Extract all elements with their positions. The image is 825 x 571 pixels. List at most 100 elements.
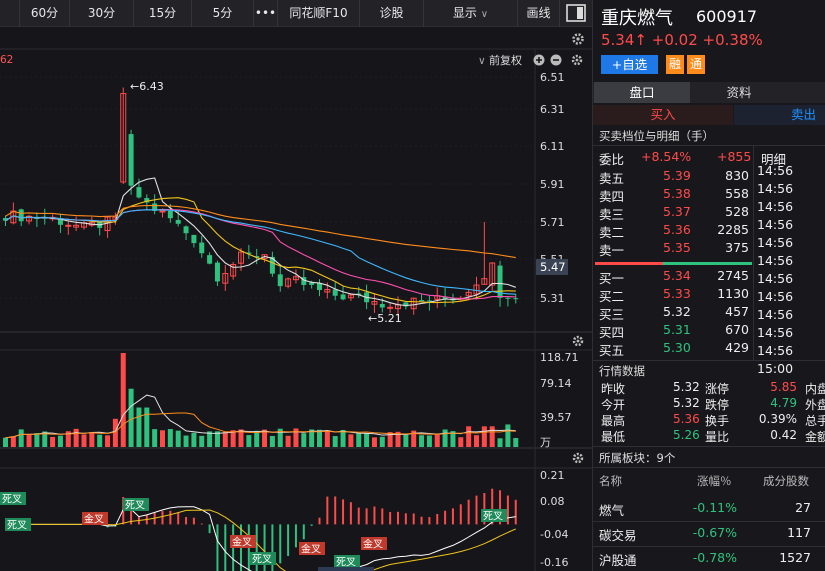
ask-volume: 528 [725, 204, 749, 219]
quote-panel: 重庆燃气 600917 5.34↑ +0.02 +0.38% +自选 融 通 盘… [592, 0, 825, 571]
ask-price: 5.35 [663, 240, 691, 255]
death-cross-label: 死叉 [483, 511, 503, 523]
tab-profile[interactable]: 资料 [691, 82, 787, 103]
volume-bar [50, 436, 56, 447]
volume-bar [112, 418, 118, 447]
price-change-pct: +0.38% [702, 31, 763, 49]
chevron-down-icon: ∨ [480, 9, 489, 20]
quote-value: 5.36 [673, 412, 700, 426]
detail-time: 14:56 [757, 199, 794, 214]
panel-toggle-icon [566, 4, 586, 22]
sector-name[interactable]: 燃气 [599, 500, 624, 519]
price-tick: 6.31 [540, 103, 565, 116]
volume-bar [57, 435, 63, 447]
period-30m-button[interactable]: 30分 [70, 0, 134, 27]
sector-name[interactable]: 碳交易 [599, 525, 637, 544]
quote-label: 跌停 [705, 398, 730, 412]
period-60m-button[interactable]: 60分 [20, 0, 70, 27]
ratio-diff: +855 [717, 149, 752, 164]
price-tick: 5.71 [540, 216, 565, 229]
sector-name[interactable]: 沪股通 [599, 550, 637, 569]
volume-bar [128, 388, 134, 447]
rights-chevron-icon[interactable]: ∨ [478, 55, 486, 67]
ask-label: 卖二 [599, 225, 625, 240]
ask-volume: 375 [725, 240, 749, 255]
price-tick: 5.91 [540, 178, 565, 191]
volume-bar [97, 434, 103, 447]
display-dropdown[interactable]: 显示 ∨ [424, 0, 518, 27]
gear-icon[interactable] [572, 335, 584, 347]
volume-bar [348, 434, 354, 447]
f10-button[interactable]: 同花顺F10 [278, 0, 360, 27]
connect-badge[interactable]: 通 [687, 55, 705, 74]
price-line: 5.34↑ +0.02 +0.38% [601, 31, 763, 49]
bid-price: 5.31 [663, 322, 691, 337]
volume-bar [105, 435, 111, 447]
candle [207, 255, 213, 264]
quote-label: 昨收 [601, 382, 626, 396]
high-annotation: ←6.43 [130, 80, 164, 93]
buy-button[interactable]: 买入 [593, 105, 733, 125]
sector-change: -0.67% [692, 525, 737, 540]
volume-bar [167, 429, 173, 447]
margin-badge[interactable]: 融 [666, 55, 684, 74]
bid-label: 买四 [599, 325, 625, 340]
sell-button[interactable]: 卖出 [734, 105, 825, 125]
draw-line-button[interactable]: 画线 [518, 0, 560, 27]
volume-bar [18, 429, 24, 447]
detail-time: 14:56 [757, 307, 794, 322]
candle [183, 226, 189, 234]
sector-count: 117 [787, 525, 811, 540]
ask-price: 5.38 [663, 186, 691, 201]
gear-icon[interactable] [572, 33, 584, 45]
quote-value: 5.26 [673, 428, 700, 442]
death-cross-label: 死叉 [125, 500, 145, 512]
volume-bar [324, 431, 330, 447]
volume-bar [191, 432, 197, 447]
volume-bar [89, 432, 95, 447]
ask-label: 卖五 [599, 171, 625, 186]
candle [505, 297, 511, 299]
toggle-panel-button[interactable] [560, 0, 592, 27]
scroll-handle[interactable] [318, 567, 374, 571]
more-periods-button[interactable]: ••• [254, 0, 278, 27]
candle [214, 262, 220, 282]
row-divider [593, 546, 825, 547]
candle [191, 234, 197, 244]
sector-header-count: 成分股数 [763, 474, 809, 488]
volume-bar [301, 433, 307, 447]
tab-handicap[interactable]: 盘口 [594, 82, 690, 103]
period-15m-button[interactable]: 15分 [134, 0, 192, 27]
ratio-label: 委比 [599, 152, 625, 167]
quote-label: 换手 [705, 414, 730, 428]
volume-bar [269, 435, 275, 447]
orderbook-title: 买卖档位与明细（手） [599, 129, 714, 143]
period-5m-button[interactable]: 5分 [192, 0, 254, 27]
gear-icon[interactable] [571, 54, 583, 66]
volume-bar [458, 437, 464, 447]
macd-tick: 0.21 [540, 469, 565, 482]
diagnose-button[interactable]: 诊股 [360, 0, 424, 27]
kline-chart: 62 ∨ 前复权 死叉死叉金叉死叉金叉死叉金叉死叉金叉死叉 ←6.43 ←5.2… [0, 33, 592, 571]
ma60-line [5, 204, 516, 259]
quote-label: 总手 [805, 414, 825, 428]
volume-bar [513, 438, 519, 447]
volume-bar [199, 435, 205, 447]
gear-icon[interactable] [572, 452, 584, 464]
bid-volume: 2745 [717, 268, 749, 283]
candle [419, 300, 425, 302]
volume-tick: 39.57 [540, 411, 572, 424]
ask-price: 5.39 [663, 168, 691, 183]
candle [317, 283, 322, 291]
volume-bar [474, 435, 479, 447]
death-cross-label: 死叉 [252, 554, 272, 566]
add-watchlist-button[interactable]: +自选 [601, 55, 658, 74]
zoom-in-icon[interactable] [533, 54, 545, 66]
zoom-out-icon[interactable] [550, 54, 562, 66]
golden-cross-label: 金叉 [301, 543, 321, 556]
volume-bar [364, 433, 370, 447]
quote-value: 5.32 [673, 396, 700, 410]
rights-label[interactable]: 前复权 [489, 53, 522, 67]
volume-bar [481, 426, 487, 447]
volume-tick: 118.71 [540, 351, 579, 364]
